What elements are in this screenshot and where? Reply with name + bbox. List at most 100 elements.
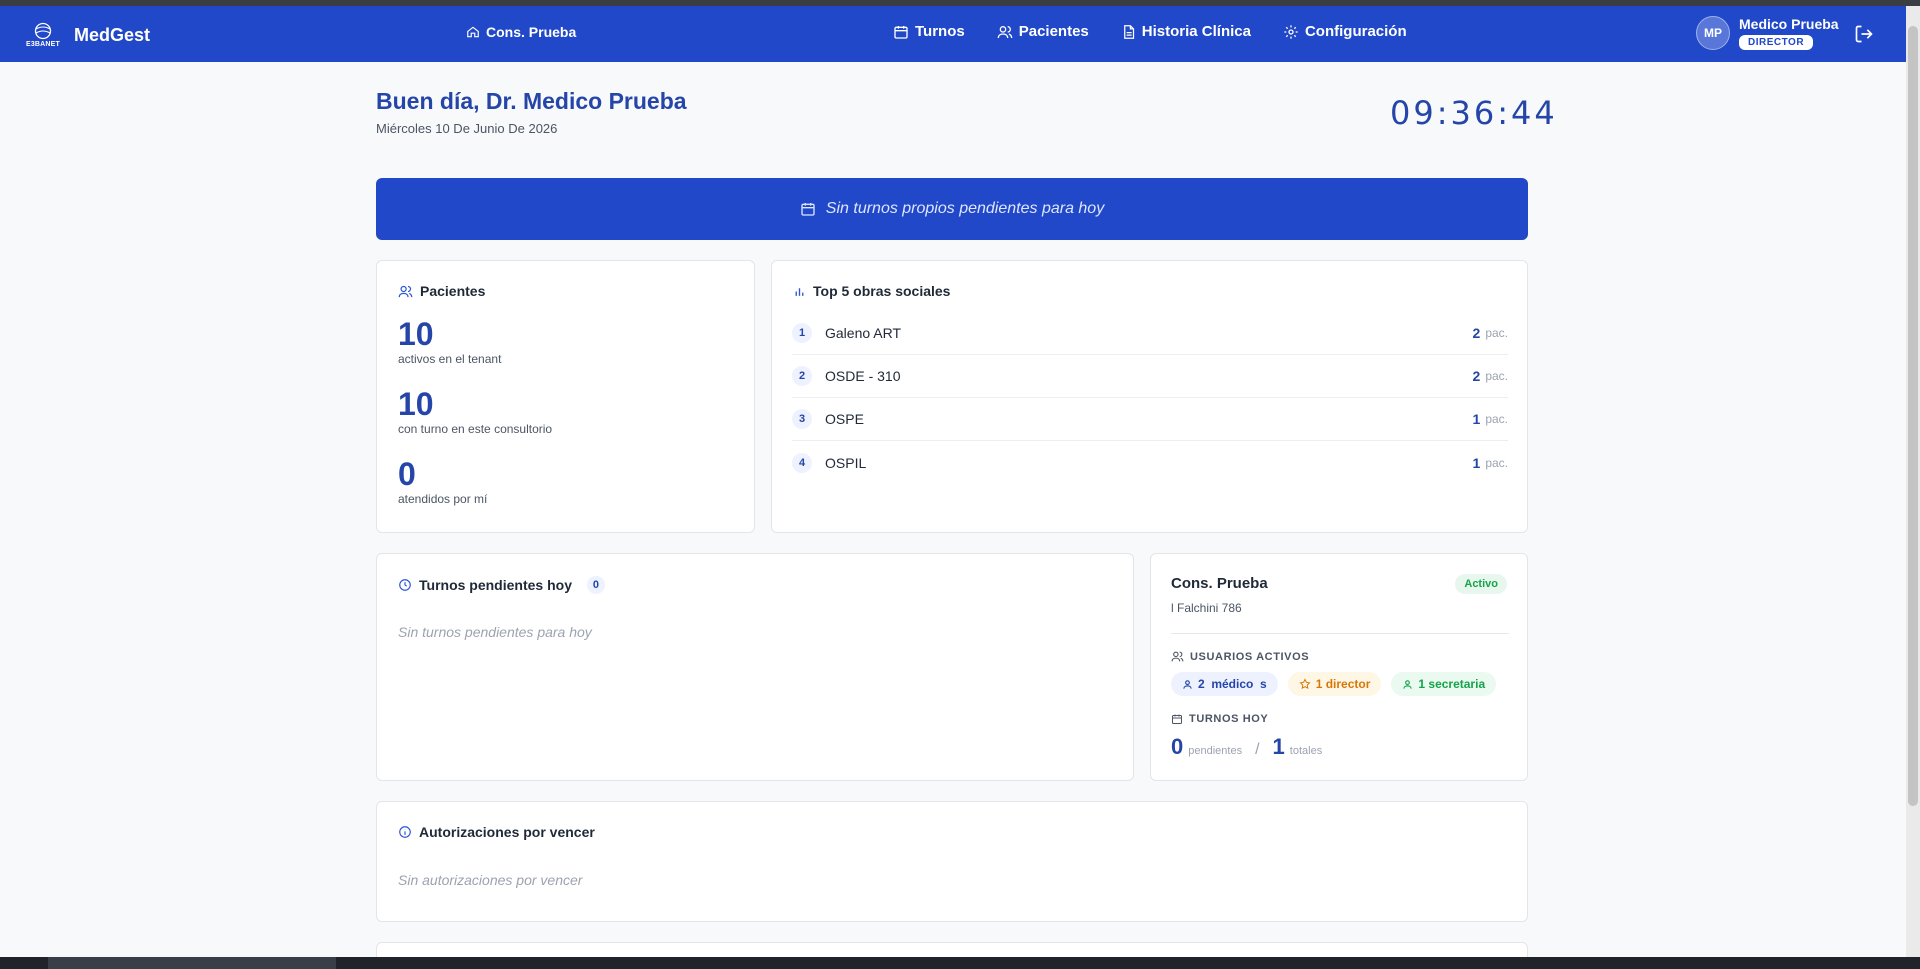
rank-badge: 1 [792,323,812,343]
clinic-name: Cons. Prueba [1171,575,1268,592]
home-icon [467,26,479,38]
globe-logo-icon [34,22,52,40]
nav-item-turnos[interactable]: Turnos [893,23,965,40]
rank-badge: 3 [792,409,812,429]
card-title-text: Turnos pendientes hoy [419,577,572,593]
list-item[interactable]: 4 OSPIL 1 pac. [792,441,1508,484]
top-navbar: E3BANET MedGest Cons. Prueba Turnos Paci… [0,6,1906,62]
rank-badge: 2 [792,366,812,386]
stat-label: con turno en este consultorio [398,422,553,436]
clock: 09:36:44 [1390,94,1558,132]
list-item[interactable]: 3 OSPE 1 pac. [792,398,1508,441]
status-badge: Activo [1455,574,1507,594]
banner-text: Sin turnos propios pendientes para hoy [825,200,1105,217]
logo: E3BANET [24,19,62,51]
count-unit: pac. [1485,455,1508,470]
total-label: totales [1289,745,1323,757]
count-badge: 0 [586,576,605,594]
pending-value: 0 [1171,734,1184,759]
card-title-text: Autorizaciones por vencer [419,824,595,840]
scrollbar[interactable] [1906,6,1920,958]
patient-count: 1 [1472,411,1481,427]
total-value: 1 [1272,734,1285,759]
chip-text: 2 médico s [1198,677,1267,691]
user-chips: 2 médico s 1 director 1 secretaria [1171,672,1497,696]
chip-medicos: 2 médico s [1171,672,1278,696]
calendar-icon [894,25,908,39]
calendar-icon [1172,714,1182,724]
brand-name: MedGest [74,24,151,45]
nav-item-pacientes[interactable]: Pacientes [997,23,1089,40]
info-icon [399,826,411,838]
nav-item-label: Configuración [1304,23,1407,40]
scrollbar-thumb[interactable] [1908,26,1918,806]
role-badge: DIRECTOR [1739,35,1814,50]
count-unit: pac. [1485,412,1508,426]
section-label-turnos: TURNOS HOY [1171,713,1268,725]
clinic-card: Cons. Prueba l Falchini 786 Activo USUAR… [1150,553,1528,781]
patients-card: Pacientes 10 activos en el tenant 10 con… [376,260,755,533]
stat-label: atendidos por mí [398,492,488,506]
separator: / [1255,741,1260,758]
pending-label: pendientes [1188,745,1243,757]
pending-turns-card: Turnos pendientes hoy 0 Sin turnos pendi… [376,553,1134,781]
insurer-name: OSPIL [825,454,867,471]
nav-item-label: Turnos [915,23,965,40]
users-icon [398,285,413,297]
list-item[interactable]: 1 Galeno ART 2 pac. [792,312,1508,355]
chip-text: 1 secretaria [1418,677,1486,691]
main-nav: Turnos Pacientes Historia Clínica Config… [893,23,1407,40]
insurer-name: OSPE [825,411,864,427]
brand[interactable]: E3BANET MedGest [24,19,150,51]
top-insurers-card: Top 5 obras sociales 1 Galeno ART 2 pac.… [771,260,1528,533]
users-icon [997,25,1013,38]
stat-label: activos en el tenant [398,352,502,366]
section-label-text: TURNOS HOY [1189,713,1269,725]
empty-state: Sin turnos pendientes para hoy [398,624,592,640]
section-label-text: USUARIOS ACTIVOS [1190,650,1310,663]
clock-icon [399,579,411,591]
user-menu[interactable]: MP Medico Prueba DIRECTOR [1696,16,1839,50]
current-date: Miércoles 10 De Junio De 2026 [376,121,558,136]
empty-state: Sin autorizaciones por vencer [398,872,583,888]
calendar-icon [801,203,815,216]
count-unit: pac. [1485,326,1508,340]
greeting: Buen día, Dr. Medico Prueba [376,88,687,114]
clinic-name: Cons. Prueba [486,24,577,40]
nav-item-label: Pacientes [1018,23,1089,40]
clinic-address: l Falchini 786 [1171,601,1242,615]
card-title-text: Pacientes [420,283,486,299]
stat-value: 0 [398,456,416,492]
patient-count: 1 [1472,454,1481,471]
nav-item-configuracion[interactable]: Configuración [1283,23,1407,40]
user-name: Medico Prueba [1739,16,1839,32]
patient-count: 2 [1472,368,1481,384]
os-taskbar [0,957,1920,969]
logout-icon [1855,25,1873,43]
clinic-selector[interactable]: Cons. Prueba [466,24,576,40]
stat-value: 10 [398,386,434,422]
insurer-name: OSDE - 310 [825,368,901,384]
taskbar-active-window[interactable] [48,957,336,969]
nav-item-label: Historia Clínica [1141,23,1251,40]
user-icon [1183,679,1192,689]
authorizations-card: Autorizaciones por vencer Sin autorizaci… [376,801,1528,922]
insurer-name: Galeno ART [825,325,902,341]
bar-chart-icon [795,287,804,296]
turns-today-summary: 0 pendientes / 1 totales [1171,734,1322,760]
chip-text: 1 director [1315,677,1371,691]
card-title: Turnos pendientes hoy 0 [398,576,605,594]
divider [1171,633,1509,634]
stat-with-turn: 10 con turno en este consultorio [398,386,552,436]
chip-secretaria: 1 secretaria [1391,672,1497,696]
users-icon [1171,651,1184,662]
stat-value: 10 [398,316,434,352]
stat-active: 10 activos en el tenant [398,316,501,366]
gear-icon [1284,24,1298,39]
logout-button[interactable] [1854,24,1874,49]
stat-attended: 0 atendidos por mí [398,456,487,506]
list-item[interactable]: 2 OSDE - 310 2 pac. [792,355,1508,398]
count-unit: pac. [1485,369,1508,383]
section-label-users: USUARIOS ACTIVOS [1171,650,1309,663]
nav-item-historia-clinica[interactable]: Historia Clínica [1121,23,1251,40]
